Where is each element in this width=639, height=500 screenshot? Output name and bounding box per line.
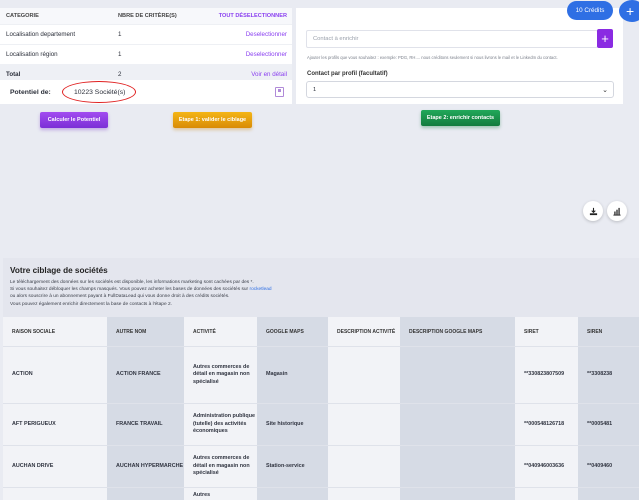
cell-raison-sociale: ACTION: [3, 347, 107, 403]
criteria-count: 1: [118, 51, 122, 58]
step1-validate-button[interactable]: Etape 1: valider le ciblage: [173, 112, 252, 128]
cell-siren: **0005481: [578, 404, 639, 445]
cell-description-google-maps: [400, 347, 515, 403]
cell-raison-sociale: AFT PERIGUEUX: [3, 404, 107, 445]
calculate-potential-button[interactable]: Calculer le Potentiel: [40, 112, 108, 128]
cell-autre-nom: ACTION FRANCE: [107, 347, 184, 403]
table-row[interactable]: ACTION ACTION FRANCE Autres commerces de…: [3, 346, 639, 403]
deselect-link[interactable]: Deselectionner: [202, 51, 292, 58]
cell-google-maps: [257, 488, 328, 500]
criteria-count: 1: [118, 31, 122, 38]
cell-siren: [578, 488, 639, 500]
credits-badge[interactable]: 10 Crédits: [567, 1, 613, 20]
cell-activite: Autres commerces de détail en magasin no…: [184, 347, 257, 403]
cell-siren: **0409460: [578, 446, 639, 487]
cell-description-google-maps: [400, 404, 515, 445]
cell-activite: Autres commerces de détail en magasin no…: [184, 446, 257, 487]
cell-autre-nom: FRANCE TRAVAIL: [107, 404, 184, 445]
enrich-help-text: Ajouter les profils que vous souhaitez :…: [307, 55, 558, 60]
table-row[interactable]: AUCHAN DRIVE AUCHAN HYPERMARCHE Autres c…: [3, 445, 639, 487]
cell-google-maps: Site historique: [257, 404, 328, 445]
chart-icon[interactable]: [607, 201, 627, 221]
ciblage-line: ou alors souscrire à un abonnement payan…: [10, 294, 230, 300]
rocketlead-link[interactable]: rocketlead: [249, 287, 271, 292]
criteria-header: CATEGORIE NBRE DE CRITÈRE(S) TOUT DÉSELE…: [0, 8, 292, 24]
potentiel-value: 10223 Société(s): [61, 80, 137, 103]
criteria-header-category: CATEGORIE: [6, 13, 39, 19]
cell-autre-nom: AUCHAN HYPERMARCHE: [107, 446, 184, 487]
ciblage-title: Votre ciblage de sociétés: [10, 266, 108, 275]
criteria-header-count: NBRE DE CRITÈRE(S): [118, 13, 177, 19]
potentiel-box: Potentiel de: 10223 Société(s): [0, 80, 292, 104]
contact-per-profile-select[interactable]: 1 ⌄: [306, 81, 614, 98]
column-header[interactable]: AUTRE NOM: [107, 317, 184, 346]
cell-description-activite: [328, 404, 400, 445]
cell-siret: **040946003636: [515, 446, 578, 487]
ciblage-line: Si vous souhaitez débloquer les champs m…: [10, 287, 272, 293]
deselect-all-link[interactable]: TOUT DÉSELECTIONNER: [202, 13, 292, 19]
add-fab-button[interactable]: +: [619, 0, 639, 22]
criteria-row: Localisation departement 1 Deselectionne…: [0, 24, 292, 44]
cell-raison-sociale: [3, 488, 107, 500]
column-header[interactable]: GOOGLE MAPS: [257, 317, 328, 346]
ciblage-line: Vous pouvez également enrichir directeme…: [10, 301, 172, 307]
add-contact-button[interactable]: +: [597, 29, 613, 48]
cell-siret: [515, 488, 578, 500]
potentiel-label: Potentiel de:: [10, 88, 51, 96]
column-header[interactable]: ACTIVITÉ: [184, 317, 257, 346]
cell-siret: **330823807509: [515, 347, 578, 403]
chevron-down-icon: ⌄: [602, 87, 608, 94]
column-header[interactable]: SIRET: [515, 317, 578, 346]
column-header[interactable]: DESCRIPTION ACTIVITÉ: [328, 317, 400, 346]
enrich-panel: Contact à enrichir + Ajouter les profils…: [296, 8, 623, 104]
criteria-category: Localisation région: [6, 51, 58, 58]
download-icon[interactable]: [583, 201, 603, 221]
cell-description-google-maps: [400, 488, 515, 500]
cell-siren: **3308238: [578, 347, 639, 403]
cell-description-activite: [328, 488, 400, 500]
cell-google-maps: Magasin: [257, 347, 328, 403]
cell-description-google-maps: [400, 446, 515, 487]
table-row[interactable]: AFT PERIGUEUX FRANCE TRAVAIL Administrat…: [3, 403, 639, 445]
column-header[interactable]: RAISON SOCIALE: [3, 317, 107, 346]
cell-activite: Autres: [184, 488, 257, 500]
ciblage-description: Le téléchargement des données sur les so…: [10, 279, 430, 308]
column-header[interactable]: DESCRIPTION GOOGLE MAPS: [400, 317, 515, 346]
step2-enrich-button[interactable]: Etape 2: enrichir contacts: [421, 110, 500, 126]
total-count: 2: [118, 71, 122, 78]
ciblage-line: Le téléchargement des données sur les so…: [10, 280, 254, 285]
contact-enrich-input[interactable]: Contact à enrichir: [306, 30, 598, 48]
view-detail-link[interactable]: Voir en détail: [202, 71, 292, 78]
column-header[interactable]: SIREN: [578, 317, 639, 346]
cell-activite: Administration publique (tutelle) des ac…: [184, 404, 257, 445]
cell-raison-sociale: AUCHAN DRIVE: [3, 446, 107, 487]
contact-per-profile-value: 1: [313, 86, 317, 93]
cell-description-activite: [328, 446, 400, 487]
table-header: RAISON SOCIALE AUTRE NOM ACTIVITÉ GOOGLE…: [3, 317, 639, 346]
table-row[interactable]: Autres: [3, 487, 639, 500]
cell-description-activite: [328, 347, 400, 403]
cell-siret: **000548126718: [515, 404, 578, 445]
deselect-link[interactable]: Deselectionner: [202, 31, 292, 38]
cell-google-maps: Station-service: [257, 446, 328, 487]
criteria-table: CATEGORIE NBRE DE CRITÈRE(S) TOUT DÉSELE…: [0, 8, 292, 85]
companies-table: RAISON SOCIALE AUTRE NOM ACTIVITÉ GOOGLE…: [3, 317, 639, 500]
criteria-row: Localisation région 1 Deselectionner: [0, 44, 292, 64]
save-icon[interactable]: [275, 87, 284, 97]
total-label: Total: [6, 71, 21, 78]
contact-per-profile-label: Contact par profil (facultatif): [307, 71, 388, 77]
cell-autre-nom: [107, 488, 184, 500]
criteria-category: Localisation departement: [6, 31, 76, 38]
